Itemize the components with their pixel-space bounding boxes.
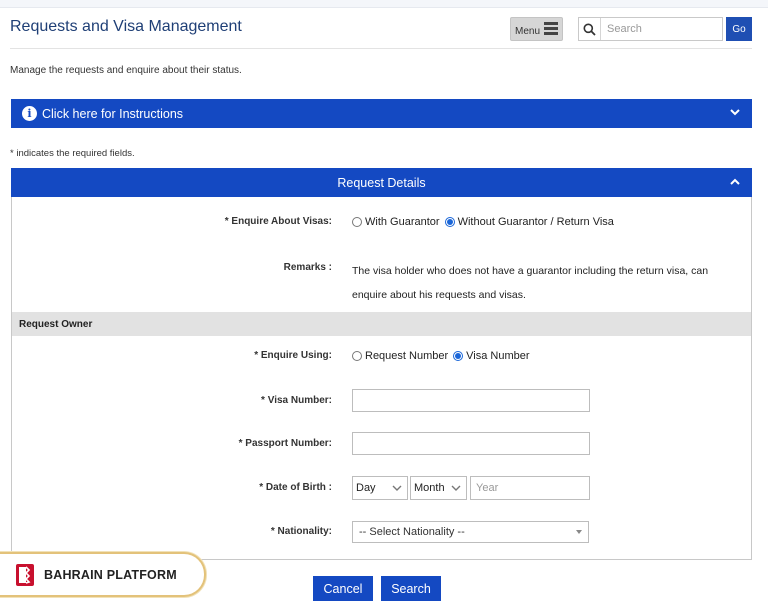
search-box [578, 17, 723, 41]
dob-day-value: Day [356, 482, 376, 494]
remarks-label: Remarks : [283, 262, 332, 273]
radio-without-guarantor-label: Without Guarantor / Return Visa [457, 216, 614, 228]
chevron-down-icon [730, 109, 740, 116]
dob-month-value: Month [414, 482, 445, 494]
menu-button[interactable]: Menu [510, 17, 563, 41]
passport-number-label: * Passport Number: [238, 438, 332, 449]
radio-with-guarantor-label: With Guarantor [365, 216, 440, 228]
page-title: Requests and Visa Management [10, 18, 242, 35]
top-strip [0, 0, 768, 8]
radio-visa-number-label: Visa Number [466, 350, 530, 362]
enquire-using-group: Request Number Visa Number [352, 350, 535, 362]
radio-request-number-label: Request Number [365, 350, 449, 362]
instructions-label: Click here for Instructions [42, 106, 184, 121]
dob-label: * Date of Birth : [259, 482, 332, 493]
panel-title: Request Details [337, 175, 426, 190]
radio-request-number[interactable]: Request Number [352, 350, 448, 362]
brand-label: BAHRAIN PLATFORM [44, 567, 177, 582]
enquire-visas-group: With Guarantor Without Guarantor / Retur… [352, 216, 619, 228]
dob-day-select[interactable]: Day [352, 476, 408, 500]
instructions-toggle[interactable]: i Click here for Instructions [11, 99, 752, 128]
radio-circle[interactable] [352, 217, 362, 227]
request-details-header[interactable]: Request Details [11, 168, 752, 197]
cancel-button[interactable]: Cancel [313, 576, 373, 601]
passport-number-field[interactable] [352, 432, 590, 455]
dob-month-select[interactable]: Month [410, 476, 467, 500]
radio-with-guarantor[interactable]: With Guarantor [352, 216, 440, 228]
search-icon[interactable] [579, 18, 601, 40]
visa-number-field[interactable] [352, 389, 590, 412]
menu-label: Menu [515, 26, 541, 37]
chevron-down-icon [451, 485, 461, 491]
nationality-selected: -- Select Nationality -- [359, 526, 465, 538]
header-divider [10, 48, 752, 49]
bahrain-platform-logo [16, 563, 34, 586]
radio-without-guarantor[interactable]: Without Guarantor / Return Visa [444, 216, 614, 228]
brand-badge: BAHRAIN PLATFORM [0, 552, 206, 597]
visa-number-label: * Visa Number: [261, 395, 332, 406]
radio-visa-number[interactable]: Visa Number [453, 350, 530, 362]
info-icon: i [22, 106, 37, 121]
radio-circle-selected[interactable] [453, 351, 464, 361]
remarks-text: The visa holder who does not have a guar… [352, 265, 709, 301]
dropdown-arrow-icon [576, 530, 582, 534]
enquire-using-label: * Enquire Using: [254, 350, 332, 361]
nationality-label: * Nationality: [270, 526, 332, 537]
dob-year-placeholder: Year [476, 482, 499, 494]
request-owner-heading: Request Owner [12, 312, 751, 336]
dob-year-field[interactable]: Year [470, 476, 590, 500]
required-note: * indicates the required fields. [10, 148, 135, 159]
enquire-visas-label: * Enquire About Visas: [224, 216, 332, 227]
nationality-select[interactable]: -- Select Nationality -- [352, 521, 589, 543]
radio-circle-selected[interactable] [444, 217, 455, 227]
menu-icon [544, 22, 558, 37]
chevron-down-icon [392, 485, 402, 491]
go-button[interactable]: Go [726, 17, 752, 41]
intro-text: Manage the requests and enquire about th… [10, 65, 242, 76]
chevron-up-icon [730, 178, 740, 185]
radio-circle[interactable] [352, 351, 362, 361]
search-button[interactable]: Search [381, 576, 441, 601]
search-input[interactable] [601, 19, 719, 39]
